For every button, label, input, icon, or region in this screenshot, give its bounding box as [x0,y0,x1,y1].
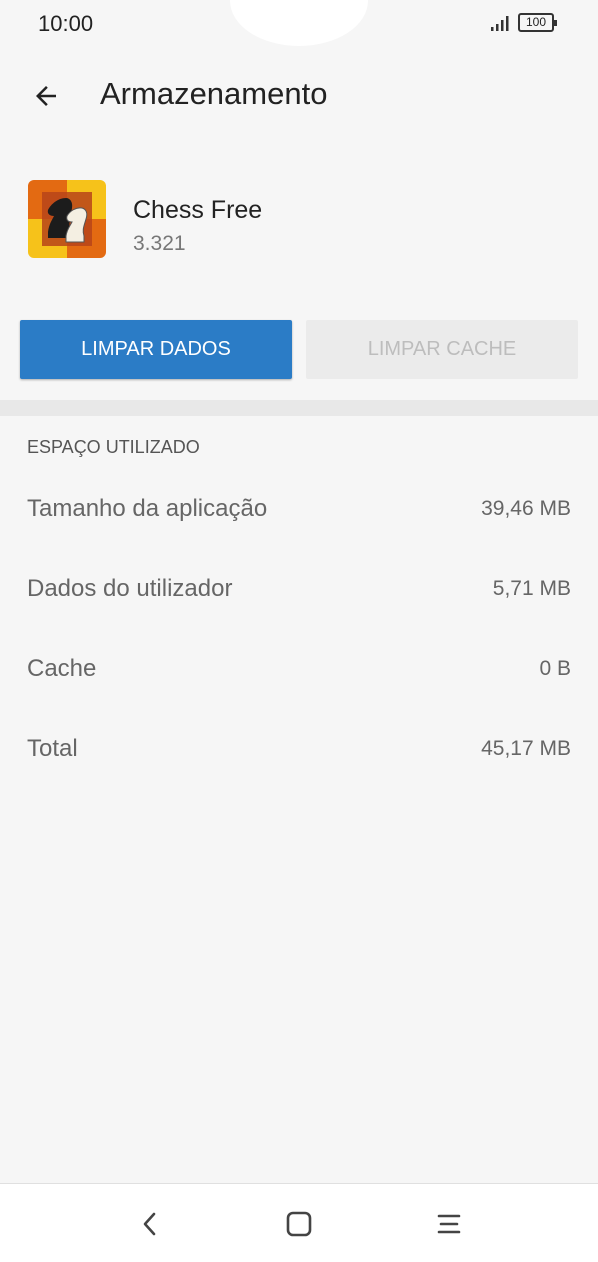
row-value: 5,71 MB [492,577,571,600]
status-time: 10:00 [38,11,94,36]
section-divider [0,400,598,416]
back-button[interactable] [22,72,70,120]
arrow-left-icon [36,86,56,106]
app-icon [28,180,106,258]
square-home-icon [286,1211,312,1237]
row-label: Tamanho da aplicação [27,495,268,522]
row-label: Total [27,735,78,762]
app-name: Chess Free [133,196,263,224]
signal-icon [491,16,509,31]
storage-row-user-data: Dados do utilizador 5,71 MB [0,575,598,615]
row-value: 0 B [539,657,571,680]
storage-row-cache: Cache 0 B [0,655,598,695]
clear-cache-button: LIMPAR CACHE [306,320,578,379]
row-value: 45,17 MB [481,737,571,760]
battery-icon: 100 [518,13,557,32]
nav-back-button[interactable] [126,1202,174,1246]
row-label: Dados do utilizador [27,575,233,602]
storage-row-total: Total 45,17 MB [0,735,598,775]
clear-data-button[interactable]: LIMPAR DADOS [20,320,292,379]
menu-icon [437,1214,461,1234]
row-value: 39,46 MB [481,497,571,520]
nav-menu-button[interactable] [425,1202,473,1246]
navigation-bar [0,1183,598,1262]
row-label: Cache [27,655,97,682]
status-bar: 10:00 100 [0,0,598,50]
app-version: 3.321 [133,232,186,255]
chevron-left-icon [143,1212,156,1236]
storage-row-app-size: Tamanho da aplicação 39,46 MB [0,495,598,535]
section-header: ESPAÇO UTILIZADO [27,437,200,457]
app-bar: Armazenamento [0,60,598,130]
chess-knight-icon [28,180,106,258]
page-title: Armazenamento [100,76,328,111]
nav-home-button[interactable] [275,1202,323,1246]
